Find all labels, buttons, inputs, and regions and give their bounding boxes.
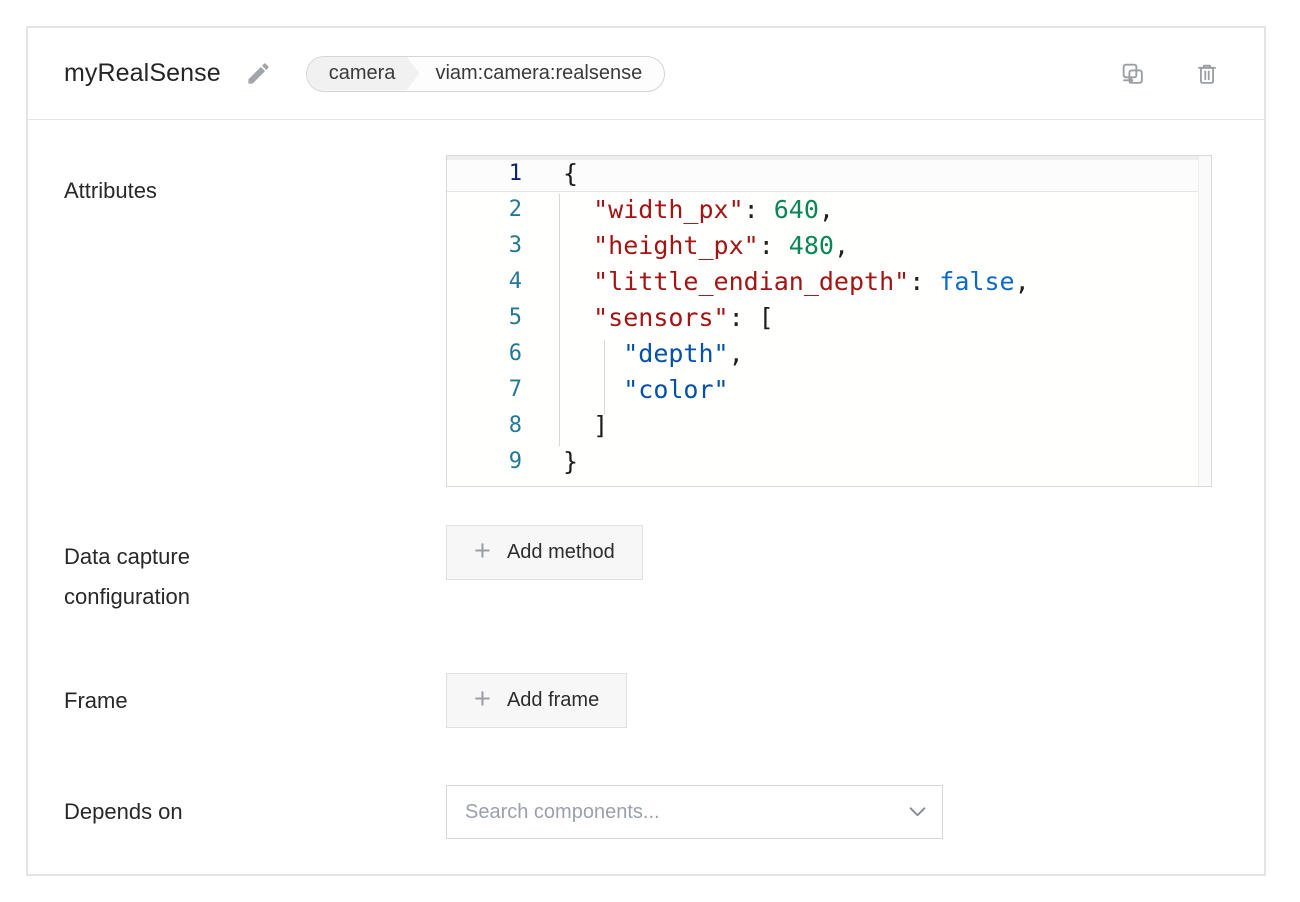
editor-line[interactable]: 6 "depth",	[447, 336, 1211, 372]
code-text: }	[522, 444, 578, 480]
plus-icon: +	[474, 685, 491, 714]
line-number: 9	[447, 444, 522, 480]
component-type-chip: camera viam:camera:realsense	[306, 56, 665, 92]
add-method-button[interactable]: + Add method	[446, 525, 643, 580]
line-number: 8	[447, 408, 522, 444]
data-capture-section: Data capture configuration + Add method	[64, 525, 1210, 617]
code-text: "little_endian_depth": false,	[522, 264, 1030, 300]
add-method-label: Add method	[507, 541, 615, 564]
delete-button[interactable]	[1194, 61, 1220, 87]
pencil-icon	[245, 60, 272, 87]
editor-line[interactable]: 8 ]	[447, 408, 1211, 444]
code-text: "height_px": 480,	[522, 228, 849, 264]
frame-section: Frame + Add frame	[64, 673, 1210, 728]
editor-line[interactable]: 7 "color"	[447, 372, 1211, 408]
trash-icon	[1194, 61, 1220, 87]
attributes-json-editor[interactable]: 1{2 "width_px": 640,3 "height_px": 480,4…	[446, 155, 1212, 487]
add-frame-button[interactable]: + Add frame	[446, 673, 627, 728]
line-number: 1	[447, 156, 522, 192]
line-number: 7	[447, 372, 522, 408]
add-frame-label: Add frame	[507, 689, 599, 712]
editor-scrollbar[interactable]	[1198, 156, 1211, 486]
line-number: 6	[447, 336, 522, 372]
card-body: Attributes 1{2 "width_px": 640,3 "height…	[28, 120, 1264, 879]
depends-on-section: Depends on	[64, 785, 1210, 839]
duplicate-button[interactable]	[1119, 60, 1146, 87]
component-model: viam:camera:realsense	[419, 57, 664, 91]
header-actions	[1119, 60, 1220, 87]
card-header: myRealSense camera viam:camera:realsense	[28, 28, 1264, 120]
depends-on-select[interactable]	[446, 785, 943, 839]
code-text: ]	[522, 408, 608, 444]
code-text: {	[522, 156, 578, 192]
code-text: "depth",	[522, 336, 744, 372]
editor-line[interactable]: 5 "sensors": [	[447, 300, 1211, 336]
frame-label: Frame	[64, 681, 446, 721]
code-text: "width_px": 640,	[522, 192, 834, 228]
indent-guide	[604, 340, 605, 414]
attributes-section: Attributes 1{2 "width_px": 640,3 "height…	[64, 155, 1210, 487]
line-number: 3	[447, 228, 522, 264]
rename-button[interactable]	[245, 60, 272, 87]
component-category: camera	[307, 57, 420, 91]
line-number: 5	[447, 300, 522, 336]
editor-line[interactable]: 4 "little_endian_depth": false,	[447, 264, 1211, 300]
editor-lines: 1{2 "width_px": 640,3 "height_px": 480,4…	[447, 156, 1211, 480]
component-config-card: myRealSense camera viam:camera:realsense	[26, 26, 1266, 876]
indent-guide	[559, 194, 560, 446]
editor-line[interactable]: 9}	[447, 444, 1211, 480]
editor-line[interactable]: 1{	[447, 156, 1211, 192]
data-capture-label: Data capture configuration	[64, 525, 294, 617]
line-number: 2	[447, 192, 522, 228]
plus-icon: +	[474, 537, 491, 566]
code-text: "color"	[522, 372, 729, 408]
depends-on-label: Depends on	[64, 792, 446, 832]
editor-line[interactable]: 3 "height_px": 480,	[447, 228, 1211, 264]
attributes-label: Attributes	[64, 155, 446, 487]
component-name: myRealSense	[64, 59, 221, 88]
editor-line[interactable]: 2 "width_px": 640,	[447, 192, 1211, 228]
line-number: 4	[447, 264, 522, 300]
duplicate-icon	[1119, 60, 1146, 87]
search-components-input[interactable]	[446, 785, 943, 839]
